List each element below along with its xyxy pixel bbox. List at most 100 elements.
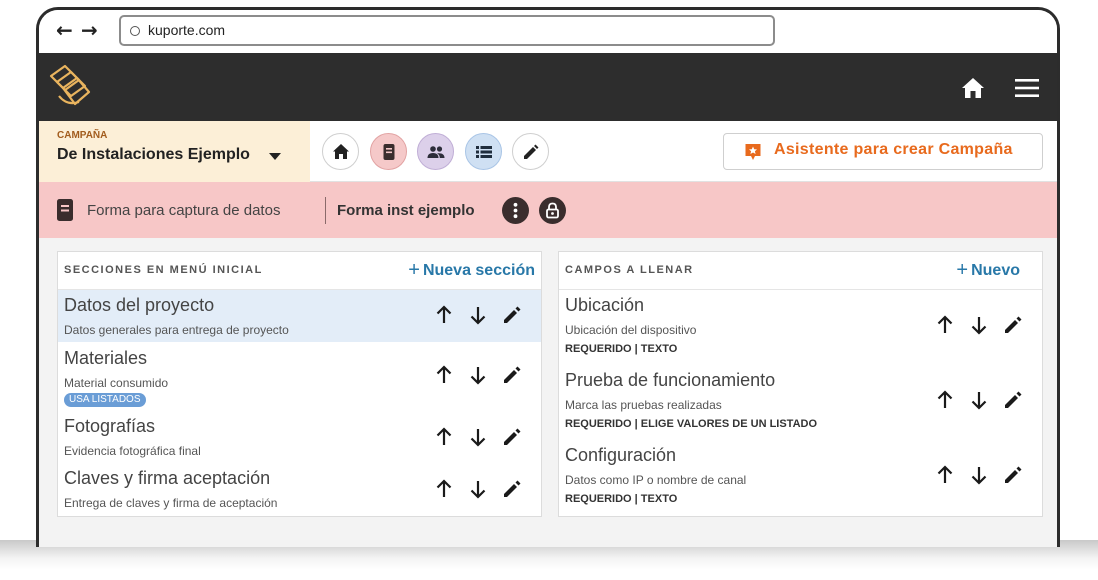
campaign-toolbar: CAMPAÑA De Instalaciones Ejemplo Asisten… [39,121,1057,182]
forward-arrow-icon[interactable]: → [81,18,98,42]
browser-toolbar: ← → kuporte.com [39,10,1057,53]
field-meta: REQUERIDO | TEXTO [565,493,678,505]
list-button[interactable] [465,133,502,170]
field-row[interactable]: Ubicación Ubicación del dispositivo REQU… [559,290,1042,365]
address-bar[interactable]: kuporte.com [119,15,775,46]
section-subtitle: Material consumido [64,376,169,390]
site-info-icon[interactable] [130,26,140,36]
form-bar: Forma para captura de datos Forma inst e… [39,182,1057,238]
edit-campaign-button[interactable] [512,133,549,170]
field-meta: REQUERIDO | ELIGE VALORES DE UN LISTADO [565,418,818,430]
section-subtitle: Datos generales para entrega de proyecto [64,323,289,337]
new-field-button[interactable]: + Nuevo [956,259,1020,282]
new-section-button[interactable]: + Nueva sección [408,259,535,282]
fields-title: CAMPOS A LLENAR [565,264,694,276]
section-row[interactable]: Materiales Material consumido USA LISTAD… [58,342,541,411]
more-vertical-icon [513,202,518,219]
field-subtitle: Marca las pruebas realizadas [565,398,722,412]
url-text: kuporte.com [148,22,226,38]
back-arrow-icon[interactable]: ← [56,18,73,42]
row-actions [433,364,529,386]
pencil-icon[interactable] [1002,464,1024,486]
row-actions [934,464,1030,486]
form-name: Forma inst ejemplo [337,202,475,219]
arrow-down-icon[interactable] [467,426,489,448]
section-subtitle: Entrega de claves y firma de aceptación [64,496,278,510]
field-row[interactable]: Prueba de funcionamiento Marca las prueb… [559,365,1042,440]
arrow-up-icon[interactable] [934,314,956,336]
arrow-down-icon[interactable] [968,314,990,336]
row-actions [934,314,1030,336]
row-actions [433,426,529,448]
pencil-icon[interactable] [1002,389,1024,411]
field-meta: REQUERIDO | TEXTO [565,343,678,355]
home-icon[interactable] [961,77,985,99]
logo-icon[interactable] [45,62,93,110]
new-field-label: Nuevo [971,262,1020,279]
plus-icon: + [408,259,420,281]
new-section-label: Nueva sección [422,262,535,279]
arrow-up-icon[interactable] [934,464,956,486]
field-title: Ubicación [565,295,645,315]
pencil-icon[interactable] [501,364,523,386]
section-title: Fotografías [64,416,156,436]
fields-panel-header: CAMPOS A LLENAR + Nuevo [559,252,1042,290]
arrow-up-icon[interactable] [433,304,455,326]
arrow-down-icon[interactable] [467,304,489,326]
row-actions [433,478,529,500]
users-button[interactable] [417,133,454,170]
row-actions [934,389,1030,411]
field-subtitle: Datos como IP o nombre de canal [565,473,747,487]
pencil-icon[interactable] [501,304,523,326]
home-icon [333,144,349,159]
lock-icon [546,202,559,219]
arrow-up-icon[interactable] [433,426,455,448]
campaign-home-button[interactable] [322,133,359,170]
form-lock-button[interactable] [539,197,566,224]
list-icon [476,146,492,158]
section-title: Datos del proyecto [64,295,215,315]
field-subtitle: Ubicación del dispositivo [565,323,697,337]
app-header [39,53,1057,121]
sections-panel: SECCIONES EN MENÚ INICIAL + Nueva sección… [57,251,542,517]
caret-down-icon [269,153,281,160]
field-row[interactable]: Configuración Datos como IP o nombre de … [559,440,1042,515]
section-title: Claves y firma aceptación [64,468,271,488]
arrow-down-icon[interactable] [467,364,489,386]
campaign-label: CAMPAÑA [57,130,108,141]
section-subtitle: Evidencia fotográfica final [64,444,201,458]
form-options-button[interactable] [502,197,529,224]
star-badge-icon [745,144,761,160]
plus-icon: + [956,259,969,281]
form-bar-label: Forma para captura de datos [87,202,281,219]
form-icon [383,144,395,160]
sections-panel-header: SECCIONES EN MENÚ INICIAL + Nueva sección [58,252,541,290]
section-row[interactable]: Datos del proyecto Datos generales para … [58,290,541,342]
arrow-up-icon[interactable] [433,478,455,500]
form-icon [57,199,73,221]
campaign-name: De Instalaciones Ejemplo [57,146,250,163]
row-actions [433,304,529,326]
pencil-icon[interactable] [501,478,523,500]
arrow-down-icon[interactable] [467,478,489,500]
arrow-down-icon[interactable] [968,389,990,411]
divider [325,197,326,224]
wizard-label: Asistente para crear Campaña [774,141,1013,158]
section-row[interactable]: Claves y firma aceptación Entrega de cla… [58,463,541,515]
pencil-icon [524,144,539,159]
pencil-icon[interactable] [501,426,523,448]
section-title: Materiales [64,348,148,368]
content-area: SECCIONES EN MENÚ INICIAL + Nueva sección… [39,238,1057,547]
campaign-wizard-button[interactable]: Asistente para crear Campaña [723,133,1043,170]
arrow-down-icon[interactable] [968,464,990,486]
menu-icon[interactable] [1015,79,1039,97]
campaign-selector[interactable]: CAMPAÑA De Instalaciones Ejemplo [39,121,310,182]
section-row[interactable]: Fotografías Evidencia fotográfica final [58,411,541,463]
arrow-up-icon[interactable] [934,389,956,411]
field-title: Configuración [565,445,677,465]
pencil-icon[interactable] [1002,314,1024,336]
browser-window: ← → kuporte.com CAMPAÑA De Instalaciones… [36,7,1060,547]
sections-title: SECCIONES EN MENÚ INICIAL [64,264,263,276]
arrow-up-icon[interactable] [433,364,455,386]
forms-button[interactable] [370,133,407,170]
